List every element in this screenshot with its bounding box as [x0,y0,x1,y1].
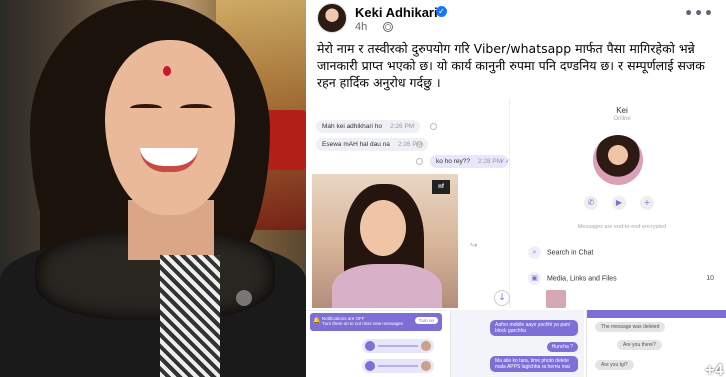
screen: Keki Adhikari ✓ 4h ••• मेरो नाम र तस्वीर… [0,0,726,377]
waveform [378,365,418,367]
encryption-note: Messages are end-to-end encrypted [577,224,667,230]
bindi [163,66,171,76]
face [105,40,235,215]
chat-bubble: The message was deleted [595,322,666,332]
scarf [160,255,220,377]
notification-banner: 🔔 Notifications are OFF Turn them on to … [310,313,442,331]
chat-bubble: Esewa mAH hal dau na 2:26 PM [316,138,429,151]
add-contact-icon[interactable]: + [640,196,654,210]
sender-avatar [421,341,431,351]
chat-screenshot-1: Mah kei adhikhari ho 2:26 PM Esewa mAH ha… [312,98,510,308]
more-options-button[interactable]: ••• [684,6,714,22]
post-text: मेरो नाम र तस्वीरको दुरुपयोग गरि Viber/w… [317,41,705,90]
author-avatar[interactable] [317,3,347,33]
more-photos-indicator[interactable]: +4 [705,362,723,377]
chat-bubble-outgoing: Ma aile ko tara, time photo delete mala … [490,356,578,372]
waveform [378,345,418,347]
contact-name: Kei [616,106,628,115]
photo-body [332,264,442,308]
photo-face [360,200,406,256]
sender-avatar [421,361,431,371]
photo-watermark: nf [432,180,450,194]
chat-screenshot-3: 🔔 Notifications are OFF Turn them on to … [306,310,446,377]
play-icon[interactable] [365,361,375,371]
video-icon[interactable]: ▶ [612,196,626,210]
verified-badge-icon: ✓ [436,6,447,17]
turn-on-button[interactable]: Turn on [414,317,438,324]
chat-bubble-outgoing: ko ho rey?? 2:28 PM [430,155,509,168]
background-decoration [266,110,306,170]
call-icon[interactable]: ✆ [584,196,598,210]
search-in-chat-item[interactable]: ⌕ Search in Chat [528,246,718,259]
chat-screenshot-4: Aafno mobile aaye yachhi yo pani block g… [450,310,584,377]
screenshot-collage[interactable]: Mah kei adhikhari ho 2:26 PM Esewa mAH ha… [306,98,726,377]
chat-bubble: Are you there? [617,340,662,350]
media-icon: ▣ [528,272,541,285]
author-name[interactable]: Keki Adhikari [355,5,438,20]
media-links-files-item[interactable]: ▣ Media, Links and Files 10 [528,272,718,285]
chat-bubble-outgoing: Aafno mobile aaye yachhi yo pani block g… [490,320,578,336]
post-header: Keki Adhikari ✓ 4h ••• [306,0,726,38]
contact-info-screenshot: Kei Online ✆ ▶ + Messages are end-to-end… [518,98,726,308]
contact-avatar [593,135,643,185]
chat-bubble: Mah kei adhikhari ho 2:26 PM [316,120,421,133]
coat-button [236,290,252,306]
heart-icon [416,158,423,165]
heart-icon [416,141,423,148]
share-icon[interactable]: ↪ [470,241,478,251]
play-icon[interactable] [365,341,375,351]
read-tick-icon: ✓✓ [500,158,511,165]
profile-photo[interactable] [0,0,306,377]
search-icon: ⌕ [528,246,541,259]
chat-photo[interactable]: nf [312,174,458,308]
media-thumbnail[interactable] [546,290,566,308]
contact-status: Online [613,116,631,122]
chat-bubble-outgoing: Huncha ? [546,342,578,352]
left-eye [130,104,162,112]
post-time[interactable]: 4h [355,21,367,33]
heart-icon [430,123,437,130]
chat-topbar [587,310,726,318]
voice-message[interactable] [362,359,434,373]
scroll-down-icon[interactable]: ↓ [494,290,510,306]
bell-icon: 🔔 [313,318,321,324]
right-eye [180,104,212,112]
media-count: 10 [706,275,714,282]
contact-actions: ✆ ▶ + [580,196,660,212]
voice-message[interactable] [362,339,434,353]
chat-screenshot-5: The message was deleted Are you there? A… [586,310,726,377]
facebook-post: Keki Adhikari ✓ 4h ••• मेरो नाम र तस्वीर… [306,0,726,377]
globe-icon [383,22,393,32]
chat-bubble: Are you tgi? [595,360,634,370]
